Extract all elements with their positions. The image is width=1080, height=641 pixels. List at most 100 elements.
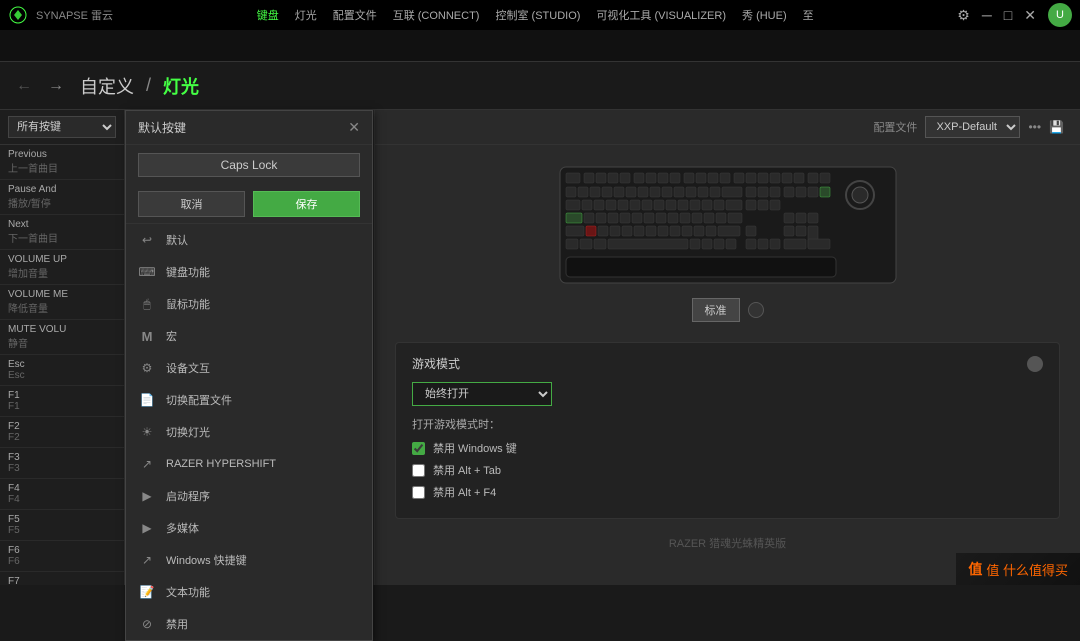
config-actions: 取消 保存 — [126, 185, 372, 224]
menu-item-text-label: 文本功能 — [166, 584, 210, 600]
disable-windows-key-checkbox[interactable] — [412, 442, 425, 455]
hypershift-icon: ↗ — [138, 455, 156, 473]
menu-item-switch-light-label: 切换灯光 — [166, 424, 210, 440]
subtitle-label: 灯光 — [163, 73, 199, 99]
app-name: SYNAPSE 雷云 — [36, 7, 113, 23]
disable-alt-f4-label: 禁用 Alt + F4 — [433, 484, 496, 500]
menu-item-media[interactable]: ▶ 多媒体 — [126, 512, 372, 544]
sidebar-item-f4[interactable]: F4 F4 — [0, 479, 124, 510]
title-label: 自定义 — [80, 73, 134, 99]
sidebar-item-volup[interactable]: VOLUME UP 增加音量 — [0, 250, 124, 285]
game-mode-select[interactable]: 始终打开 手动 关闭 — [412, 382, 552, 406]
menu-item-default[interactable]: ↩ 默认 — [126, 224, 372, 256]
menu-item-macro[interactable]: M 宏 — [126, 320, 372, 352]
nav-connect[interactable]: 互联 (CONNECT) — [393, 7, 480, 23]
sidebar-item-f3[interactable]: F3 F3 — [0, 448, 124, 479]
disable-alt-tab-checkbox[interactable] — [412, 464, 425, 477]
disable-icon: ⊘ — [138, 615, 156, 633]
nav-lighting[interactable]: 灯光 — [295, 7, 317, 23]
keyboard-svg — [558, 165, 898, 285]
menu-item-disable[interactable]: ⊘ 禁用 — [126, 608, 372, 640]
menu-item-switch-config[interactable]: 📄 切换配置文件 — [126, 384, 372, 416]
nav-config[interactable]: 配置文件 — [333, 7, 377, 23]
sidebar-item-pause[interactable]: Pause And 播放/暂停 — [0, 180, 124, 215]
disable-alt-f4-checkbox[interactable] — [412, 486, 425, 499]
disable-windows-key-row: 禁用 Windows 键 — [412, 440, 1043, 456]
avatar[interactable]: U — [1048, 3, 1072, 27]
game-mode-subtitle: 打开游戏模式时： — [412, 416, 1043, 432]
mouse-icon: 🖱 — [138, 295, 156, 313]
sidebar-item-f2[interactable]: F2 F2 — [0, 417, 124, 448]
sidebar-item-next[interactable]: Next 下一首曲目 — [0, 215, 124, 250]
macro-icon: M — [138, 327, 156, 345]
sidebar-item-f6[interactable]: F6 F6 — [0, 541, 124, 572]
back-button[interactable]: ← — [16, 77, 32, 95]
save-button[interactable]: 保存 — [253, 191, 360, 217]
sidebar: 所有按键 Previous 上一首曲目 Pause And 播放/暂停 Next… — [0, 110, 125, 585]
sidebar-item-f1[interactable]: F1 F1 — [0, 386, 124, 417]
menu-item-hypershift-label: RAZER HYPERSHIFT — [166, 458, 276, 470]
sidebar-item-voldown[interactable]: VOLUME ME 降低音量 — [0, 285, 124, 320]
nav-more[interactable]: 至 — [803, 7, 814, 23]
config-save-button[interactable]: 💾 — [1049, 120, 1064, 134]
nav-studio[interactable]: 控制室 (STUDIO) — [495, 7, 580, 23]
close-button[interactable]: ✕ — [1024, 7, 1036, 24]
disable-alt-tab-row: 禁用 Alt + Tab — [412, 462, 1043, 478]
sidebar-item-mute[interactable]: MUTE VOLU 静音 — [0, 320, 124, 355]
menu-item-mouse[interactable]: 🖱 鼠标功能 — [126, 288, 372, 320]
menu-item-windows-shortcut-label: Windows 快捷键 — [166, 552, 247, 568]
main-layout: 所有按键 Previous 上一首曲目 Pause And 播放/暂停 Next… — [0, 110, 1080, 585]
titlebar: SYNAPSE 雷云 键盘 灯光 配置文件 互联 (CONNECT) 控制室 (… — [0, 0, 1080, 30]
watermark-icon: 值 — [968, 559, 982, 579]
game-mode-panel: 游戏模式 始终打开 手动 关闭 打开游戏模式时： 禁用 Windows 键 禁用… — [395, 342, 1060, 519]
middle-panel: 默认按键 ✕ Caps Lock 取消 保存 ↩ 默认 ⌨ 键盘功能 🖱 鼠标功… — [125, 110, 375, 585]
dropdown-header: 默认按键 ✕ — [126, 111, 372, 145]
nav-visualizer[interactable]: 可视化工具 (VISUALIZER) — [596, 7, 726, 23]
menu-item-macro-label: 宏 — [166, 328, 177, 344]
titlebar-nav: 键盘 灯光 配置文件 互联 (CONNECT) 控制室 (STUDIO) 可视化… — [257, 7, 814, 23]
mode-circle-button[interactable] — [748, 302, 764, 318]
config-more-button[interactable]: ••• — [1028, 120, 1041, 134]
forward-button[interactable]: → — [48, 77, 64, 95]
watermark-text: 值 什么值得买 — [986, 560, 1068, 579]
menu-item-switch-light[interactable]: ☀ 切换灯光 — [126, 416, 372, 448]
config-file-select[interactable]: XXP-Default — [925, 116, 1020, 138]
game-mode-title: 游戏模式 — [412, 355, 460, 372]
menu-item-default-label: 默认 — [166, 232, 188, 248]
menu-item-disable-label: 禁用 — [166, 616, 188, 632]
menu-item-launch[interactable]: ▶ 启动程序 — [126, 480, 372, 512]
config-key-display: Caps Lock — [126, 145, 372, 185]
device-name-footer: RAZER 猎魂光蛛精英版 — [375, 531, 1080, 555]
sidebar-item-previous[interactable]: Previous 上一首曲目 — [0, 145, 124, 180]
cancel-button[interactable]: 取消 — [138, 191, 245, 217]
sidebar-item-esc[interactable]: Esc Esc — [0, 355, 124, 386]
dropdown-title: 默认按键 — [138, 119, 186, 136]
right-content: 配置文件 XXP-Default ••• 💾 — [375, 110, 1080, 585]
menu-item-windows-shortcut[interactable]: ↗ Windows 快捷键 — [126, 544, 372, 576]
sidebar-item-f7[interactable]: F7 F7 — [0, 572, 124, 585]
menu-item-keyboard[interactable]: ⌨ 键盘功能 — [126, 256, 372, 288]
nav-hue[interactable]: 秀 (HUE) — [742, 7, 787, 23]
key-filter-select[interactable]: 所有按键 — [8, 116, 116, 138]
sidebar-item-f5[interactable]: F5 F5 — [0, 510, 124, 541]
text-icon: 📝 — [138, 583, 156, 601]
game-mode-toggle[interactable] — [1027, 356, 1043, 372]
menu-item-mouse-label: 鼠标功能 — [166, 296, 210, 312]
caps-lock-button[interactable]: Caps Lock — [138, 153, 360, 177]
settings-icon[interactable]: ⚙ — [957, 7, 970, 24]
keyboard-visualization: 标准 — [375, 145, 1080, 342]
standard-mode-button[interactable]: 标准 — [692, 298, 740, 322]
menu-item-text[interactable]: 📝 文本功能 — [126, 576, 372, 608]
nav-keyboard[interactable]: 键盘 — [257, 7, 279, 23]
menu-item-keyboard-label: 键盘功能 — [166, 264, 210, 280]
disable-windows-key-label: 禁用 Windows 键 — [433, 440, 517, 456]
dropdown-close-button[interactable]: ✕ — [348, 119, 360, 136]
menu-item-device[interactable]: ⚙ 设备文互 — [126, 352, 372, 384]
menu-item-device-label: 设备文互 — [166, 360, 210, 376]
minimize-button[interactable]: ─ — [982, 7, 992, 23]
tabbar — [0, 30, 1080, 62]
page-title: 自定义 / 灯光 — [80, 73, 199, 99]
menu-item-hypershift[interactable]: ↗ RAZER HYPERSHIFT — [126, 448, 372, 480]
maximize-button[interactable]: □ — [1004, 7, 1012, 23]
media-icon: ▶ — [138, 519, 156, 537]
